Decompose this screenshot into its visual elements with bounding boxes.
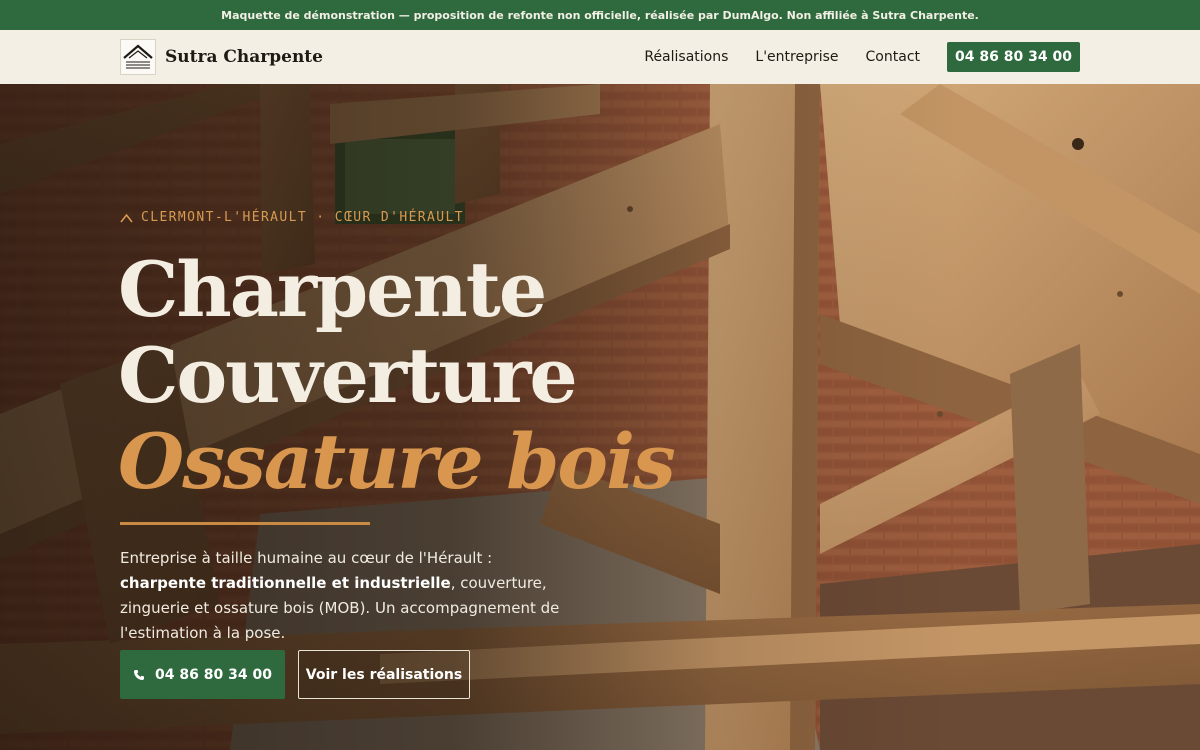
lead-text-1: Entreprise à taille humaine au cœur de l… — [120, 549, 493, 567]
view-realisations-button[interactable]: Voir les réalisations — [298, 650, 470, 699]
nav-link-contact[interactable]: Contact — [866, 49, 920, 65]
logo-text: Sutra Charpente — [165, 47, 323, 67]
eyebrow-text: CLERMONT-L'HÉRAULT · CŒUR D'HÉRAULT — [141, 210, 464, 225]
hero-title-line-2: Couverture — [118, 331, 578, 420]
header-phone-button[interactable]: 04 86 80 34 00 — [947, 42, 1080, 72]
demo-disclaimer-banner: Maquette de démonstration — proposition … — [0, 0, 1200, 30]
hero-lead-paragraph: Entreprise à taille humaine au cœur de l… — [120, 546, 580, 646]
nav-link-realisations[interactable]: Réalisations — [644, 49, 728, 65]
call-phone-button[interactable]: 04 86 80 34 00 — [120, 650, 285, 699]
hero-title-line-3: Ossature bois — [118, 417, 676, 506]
phone-icon — [134, 669, 145, 680]
hero-title-line-1: Charpente — [118, 245, 547, 334]
logo[interactable]: Sutra Charpente — [120, 39, 323, 75]
hero-section: CLERMONT-L'HÉRAULT · CŒUR D'HÉRAULT Char… — [0, 84, 1200, 750]
title-divider — [120, 522, 370, 525]
banner-text: Maquette de démonstration — proposition … — [221, 8, 979, 22]
lead-text-bold: charpente traditionnelle et industrielle — [120, 574, 451, 592]
house-roof-icon — [120, 39, 156, 75]
call-phone-label: 04 86 80 34 00 — [155, 666, 272, 683]
nav-link-entreprise[interactable]: L'entreprise — [755, 49, 838, 65]
location-eyebrow: CLERMONT-L'HÉRAULT · CŒUR D'HÉRAULT — [120, 210, 464, 225]
main-nav: Réalisations L'entreprise Contact 04 86 … — [644, 42, 1080, 72]
site-header: Sutra Charpente Réalisations L'entrepris… — [0, 30, 1200, 84]
view-realisations-label: Voir les réalisations — [305, 666, 463, 683]
roof-chevron-icon — [120, 213, 133, 222]
